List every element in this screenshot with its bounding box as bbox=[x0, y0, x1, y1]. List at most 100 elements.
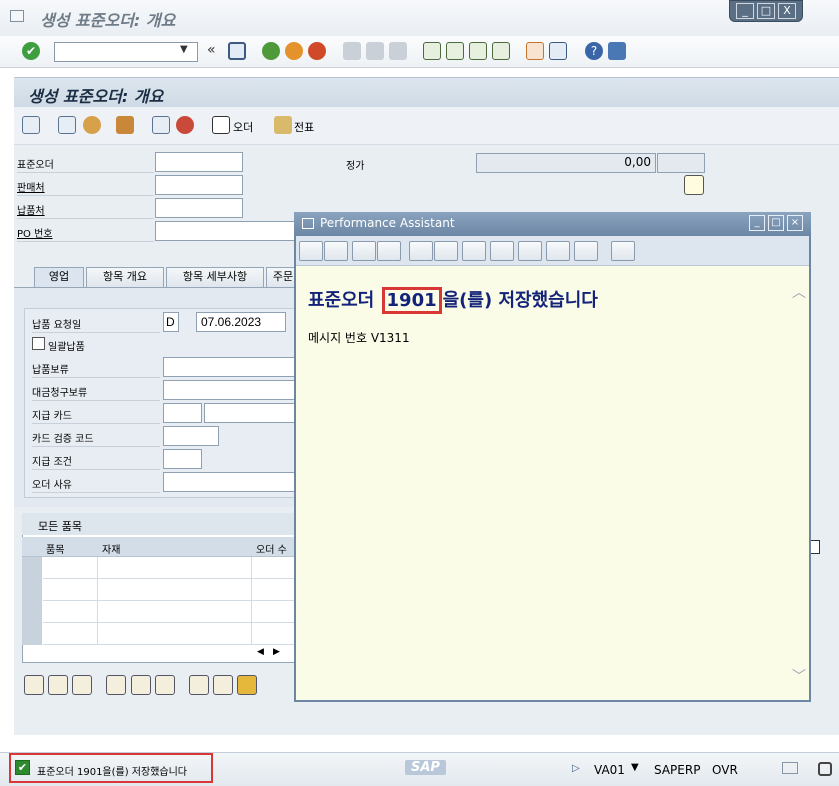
table-cell[interactable] bbox=[98, 557, 252, 579]
table-row[interactable] bbox=[43, 579, 98, 601]
home-icon[interactable] bbox=[116, 116, 134, 134]
pa-close-button[interactable]: × bbox=[787, 215, 803, 231]
delivery-date-type-field[interactable] bbox=[163, 312, 179, 332]
column-order-qty[interactable]: 오더 수 bbox=[256, 541, 296, 556]
scroll-down-icon[interactable]: ﹀ bbox=[792, 666, 806, 686]
collapse-icon[interactable]: « bbox=[207, 42, 216, 58]
pa-settings-icon[interactable] bbox=[518, 241, 542, 261]
pa-table-icon[interactable] bbox=[490, 241, 514, 261]
first-page-icon[interactable] bbox=[423, 42, 441, 60]
cancel-icon[interactable] bbox=[308, 42, 326, 60]
status-expand-icon[interactable]: ▷ bbox=[572, 763, 580, 774]
connection-icon[interactable] bbox=[782, 762, 798, 774]
exit-icon[interactable] bbox=[285, 42, 303, 60]
order-button-label[interactable]: 오더 bbox=[233, 119, 253, 135]
voucher-button-label[interactable]: 전표 bbox=[294, 119, 314, 135]
header-icon[interactable] bbox=[58, 116, 76, 134]
command-dropdown-icon[interactable]: ▼ bbox=[180, 44, 188, 55]
delivery-block-field[interactable] bbox=[163, 357, 295, 377]
pa-scrollbar[interactable]: ︿ ﹀ bbox=[790, 282, 808, 696]
document-icon[interactable] bbox=[684, 175, 704, 195]
table-row[interactable] bbox=[43, 623, 98, 645]
table-cell[interactable] bbox=[98, 579, 252, 601]
help-icon[interactable]: ? bbox=[585, 42, 603, 60]
enter-icon[interactable]: ✔ bbox=[22, 42, 40, 60]
schedule-lines-icon[interactable] bbox=[237, 675, 257, 695]
close-window-button[interactable]: X bbox=[778, 3, 796, 19]
minimize-button[interactable]: _ bbox=[736, 3, 754, 19]
transaction-dropdown-icon[interactable]: ▼ bbox=[631, 762, 639, 773]
table-row[interactable] bbox=[43, 601, 98, 623]
delete-icon[interactable] bbox=[176, 116, 194, 134]
pa-tech-info-icon[interactable] bbox=[377, 241, 401, 261]
save-icon[interactable] bbox=[228, 42, 246, 60]
maximize-button[interactable]: □ bbox=[757, 3, 775, 19]
scroll-left-icon[interactable]: ◀ bbox=[257, 647, 264, 657]
find-next-icon[interactable] bbox=[389, 42, 407, 60]
pa-window-icon[interactable] bbox=[302, 218, 314, 229]
payment-card-field[interactable] bbox=[204, 403, 295, 423]
pa-print-icon[interactable] bbox=[574, 241, 598, 261]
pricing-icon[interactable] bbox=[189, 675, 209, 695]
status-icon[interactable] bbox=[152, 116, 170, 134]
sold-to-field[interactable] bbox=[155, 175, 243, 195]
tab-sales[interactable]: 영업 bbox=[34, 267, 84, 287]
new-session-icon[interactable] bbox=[526, 42, 544, 60]
ship-to-field[interactable] bbox=[155, 198, 243, 218]
pa-glossary-icon[interactable] bbox=[462, 241, 486, 261]
pa-doc-icon[interactable] bbox=[352, 241, 376, 261]
payment-card-type-field[interactable] bbox=[163, 403, 202, 423]
standard-order-field[interactable] bbox=[155, 152, 243, 172]
pa-marker-icon[interactable] bbox=[434, 241, 458, 261]
delivery-date-field[interactable] bbox=[196, 312, 286, 332]
po-number-field[interactable] bbox=[155, 221, 295, 241]
tab-item-detail[interactable]: 항목 세부사항 bbox=[166, 267, 264, 287]
partner-icon[interactable] bbox=[83, 116, 101, 134]
table-settings-icon[interactable] bbox=[810, 540, 820, 554]
item-detail-icon[interactable] bbox=[24, 675, 44, 695]
pa-back-icon[interactable] bbox=[299, 241, 323, 261]
pa-export-icon[interactable] bbox=[546, 241, 570, 261]
window-menu-icon[interactable] bbox=[10, 10, 24, 22]
command-field[interactable] bbox=[54, 42, 198, 62]
pa-forward-icon[interactable] bbox=[324, 241, 348, 261]
table-row[interactable] bbox=[43, 557, 98, 579]
tab-item-overview[interactable]: 항목 개요 bbox=[86, 267, 164, 287]
column-item[interactable]: 품목 bbox=[46, 541, 64, 556]
table-cell[interactable] bbox=[98, 601, 252, 623]
select-all-icon[interactable] bbox=[106, 675, 126, 695]
payment-terms-field[interactable] bbox=[163, 449, 202, 469]
card-verification-field[interactable] bbox=[163, 426, 219, 446]
shortcut-icon[interactable] bbox=[549, 42, 567, 60]
performance-assistant-titlebar: Performance Assistant _ □ × bbox=[294, 212, 811, 236]
back-icon[interactable] bbox=[262, 42, 280, 60]
pa-edit-icon[interactable] bbox=[409, 241, 433, 261]
order-reason-field[interactable] bbox=[163, 472, 295, 492]
last-page-icon[interactable] bbox=[492, 42, 510, 60]
scroll-right-icon[interactable]: ▶ bbox=[273, 647, 280, 657]
column-material[interactable]: 자재 bbox=[102, 541, 120, 556]
pa-close-icon[interactable] bbox=[611, 241, 635, 261]
insert-row-icon[interactable] bbox=[48, 675, 68, 695]
scroll-up-icon[interactable]: ︿ bbox=[792, 282, 806, 302]
delete-row-icon[interactable] bbox=[72, 675, 92, 695]
pa-minimize-button[interactable]: _ bbox=[749, 215, 765, 231]
pa-maximize-button[interactable]: □ bbox=[768, 215, 784, 231]
lock-icon[interactable] bbox=[818, 762, 832, 776]
prev-page-icon[interactable] bbox=[446, 42, 464, 60]
display-doc-flow-icon[interactable] bbox=[22, 116, 40, 134]
complete-delivery-checkbox[interactable] bbox=[32, 337, 45, 350]
select-block-icon[interactable] bbox=[131, 675, 151, 695]
delivery-date-label: 납품 요청일 bbox=[32, 320, 82, 331]
voucher-icon[interactable] bbox=[274, 116, 292, 134]
customize-icon[interactable] bbox=[608, 42, 626, 60]
table-cell[interactable] bbox=[98, 623, 252, 645]
deselect-all-icon[interactable] bbox=[155, 675, 175, 695]
find-icon[interactable] bbox=[366, 42, 384, 60]
order-icon[interactable] bbox=[212, 116, 230, 134]
billing-block-field[interactable] bbox=[163, 380, 295, 400]
next-page-icon[interactable] bbox=[469, 42, 487, 60]
print-icon[interactable] bbox=[343, 42, 361, 60]
status-message[interactable]: 표준오더 1901을(를) 저장했습니다 bbox=[9, 753, 213, 783]
configuration-icon[interactable] bbox=[213, 675, 233, 695]
